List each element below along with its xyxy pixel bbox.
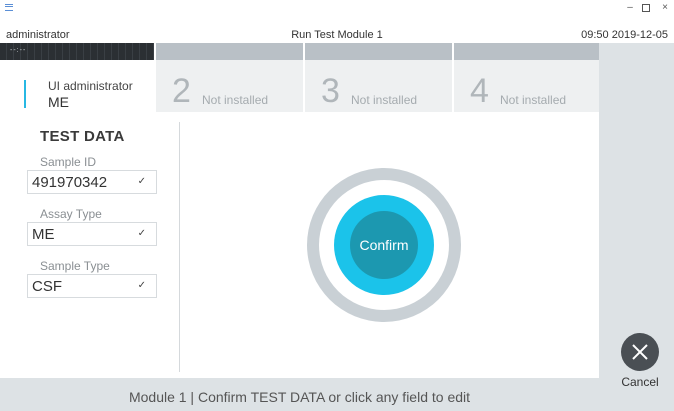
window-title: Run Test Module 1 — [291, 29, 383, 41]
sample-id-value: 491970342 — [32, 174, 108, 191]
tab-separator — [303, 43, 305, 60]
tab-module-4-number: 4 — [470, 72, 489, 110]
active-indicator — [24, 80, 26, 108]
status-message: Module 1 | Confirm TEST DATA or click an… — [128, 389, 471, 405]
tab-module-1-user: UI administrator — [48, 79, 133, 93]
content-divider — [179, 122, 180, 372]
tab-module-2[interactable]: 2 Not installed — [156, 60, 303, 112]
module-1-timer: --:-- — [10, 47, 27, 54]
sample-id-label: Sample ID — [40, 155, 97, 169]
chevron-down-icon: ✓ — [137, 176, 146, 187]
sample-type-field[interactable]: CSF ✓ — [27, 274, 157, 298]
close-window-button[interactable]: × — [659, 2, 671, 13]
status-bar: Module 1 | Confirm TEST DATA or click an… — [0, 378, 599, 411]
confirm-button[interactable]: Confirm — [350, 211, 418, 279]
date-time: 09:50 2019-12-05 — [581, 29, 668, 41]
assay-type-label: Assay Type — [40, 207, 102, 221]
cancel-label: Cancel — [621, 375, 659, 389]
tab-module-2-label: Not installed — [202, 93, 269, 107]
chevron-down-icon: ✓ — [137, 228, 146, 239]
tab-module-4[interactable]: 4 Not installed — [454, 60, 599, 112]
sample-type-label: Sample Type — [40, 259, 110, 273]
close-icon — [632, 344, 648, 360]
maximize-icon — [642, 4, 650, 12]
tab-module-3-number: 3 — [321, 72, 340, 110]
tab-module-2-number: 2 — [172, 72, 191, 110]
assay-type-field[interactable]: ME ✓ — [27, 222, 157, 246]
tab-module-3[interactable]: 3 Not installed — [305, 60, 452, 112]
tab-module-4-label: Not installed — [500, 93, 567, 107]
cancel-button[interactable] — [621, 333, 659, 371]
tab-separator — [452, 43, 454, 60]
tab-module-1-assay: ME — [48, 94, 69, 110]
maximize-button[interactable] — [640, 2, 652, 15]
tab-separator — [154, 43, 156, 60]
sample-type-value: CSF — [32, 278, 62, 295]
title-bar: administrator Run Test Module 1 09:50 20… — [0, 0, 674, 44]
tab-module-1[interactable]: UI administrator ME — [0, 60, 154, 112]
app-menu-icon[interactable] — [5, 4, 13, 11]
module-1-status-strip: --:-- — [0, 43, 154, 60]
sample-id-field[interactable]: 491970342 ✓ — [27, 170, 157, 194]
minimize-button[interactable]: – — [624, 2, 636, 13]
tab-module-3-label: Not installed — [351, 93, 418, 107]
chevron-down-icon: ✓ — [137, 280, 146, 291]
assay-type-value: ME — [32, 226, 55, 243]
test-data-title: TEST DATA — [40, 128, 125, 145]
